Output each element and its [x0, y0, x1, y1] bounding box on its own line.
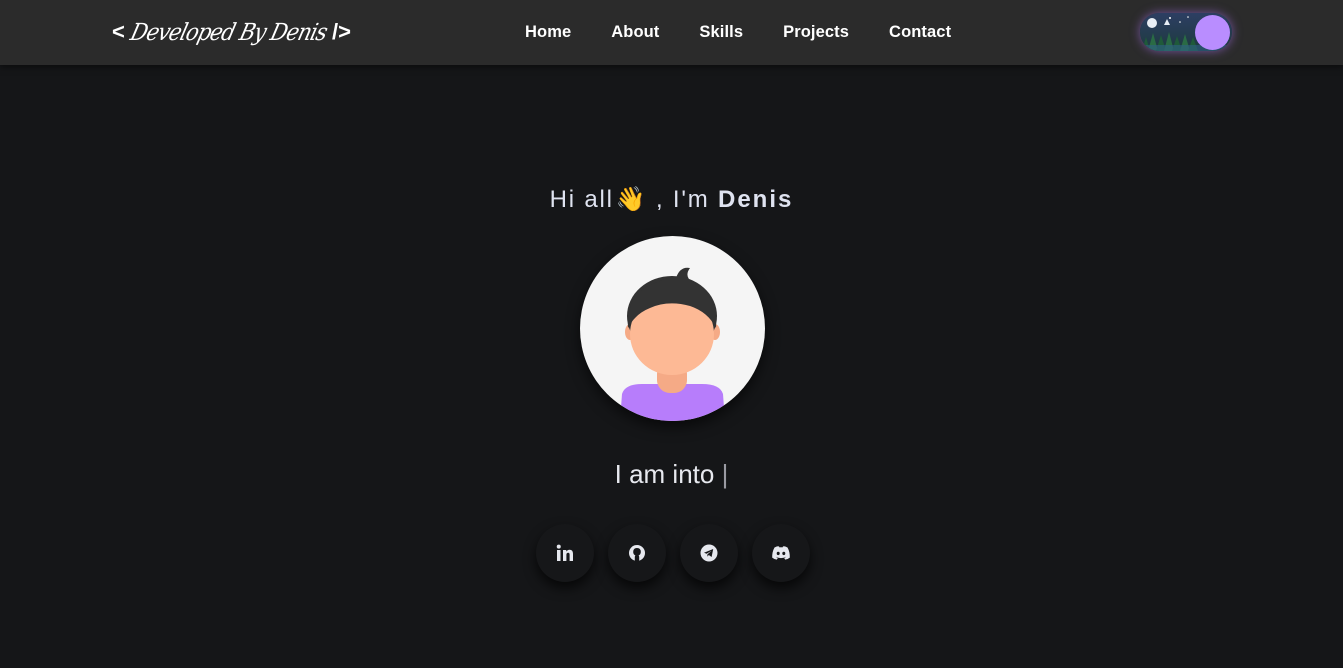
- nav-link-about[interactable]: About: [591, 23, 679, 42]
- logo-left-bracket: <: [112, 19, 125, 44]
- discord-button[interactable]: [752, 524, 810, 582]
- site-logo[interactable]: < Developed By Denis />: [112, 12, 351, 52]
- hero-name: Denis: [718, 186, 794, 213]
- hero-greeting: Hi all👋 , I'm Denis: [0, 185, 1343, 214]
- typing-static: I am into: [614, 459, 722, 489]
- navbar: < Developed By Denis /> Home About Skill…: [0, 0, 1343, 65]
- wave-emoji-icon: 👋: [615, 186, 648, 213]
- typing-text: I am into |: [0, 459, 1343, 490]
- github-icon: [629, 545, 645, 561]
- linkedin-icon: [556, 544, 573, 561]
- nav-link-projects[interactable]: Projects: [763, 23, 869, 42]
- telegram-button[interactable]: [680, 524, 738, 582]
- nav-link-home[interactable]: Home: [505, 23, 591, 42]
- nav-links: Home About Skills Projects Contact: [505, 0, 971, 65]
- greeting-middle: , I'm: [655, 186, 718, 213]
- nav-link-skills[interactable]: Skills: [679, 23, 763, 42]
- toggle-knob: [1195, 15, 1230, 50]
- nav-link-contact[interactable]: Contact: [869, 23, 971, 42]
- avatar-illustration-icon: [620, 267, 725, 421]
- greeting-prefix: Hi all: [549, 186, 614, 213]
- discord-icon: [772, 546, 790, 560]
- theme-toggle[interactable]: [1140, 13, 1232, 51]
- social-links: [536, 524, 810, 582]
- logo-text: Developed By Denis: [127, 18, 330, 45]
- logo-right-bracket: />: [332, 19, 351, 44]
- linkedin-button[interactable]: [536, 524, 594, 582]
- github-button[interactable]: [608, 524, 666, 582]
- telegram-icon: [700, 544, 718, 562]
- typing-cursor: |: [721, 459, 729, 489]
- avatar: [580, 236, 765, 421]
